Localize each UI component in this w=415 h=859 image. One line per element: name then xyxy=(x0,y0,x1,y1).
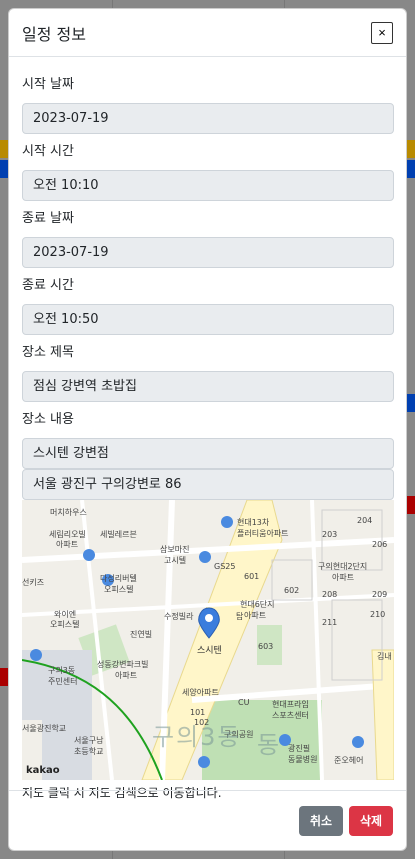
map-label: 세림리오빌 xyxy=(49,530,86,539)
map-label: 동 xyxy=(257,731,280,759)
map-label: 와이엔 xyxy=(54,610,77,619)
modal-body: 시작 날짜 2023-07-19 시작 시간 오전 10:10 종료 날짜 20… xyxy=(9,57,406,801)
map-label: 선키즈 xyxy=(22,578,45,587)
map-label: 아파트 xyxy=(115,671,138,680)
map-label: 오피스텔 xyxy=(104,585,134,594)
map-label: 구의3동 xyxy=(48,666,76,675)
map-label: 광진필 xyxy=(288,744,311,753)
end-time-field[interactable]: 오전 10:50 xyxy=(22,304,394,335)
map-poi-label: 스시텐 xyxy=(197,646,222,656)
place-title-label: 장소 제목 xyxy=(22,345,74,360)
map-label: 김내 xyxy=(377,652,392,661)
map-label: 아파트 xyxy=(244,611,267,620)
map-label: 현대13차 xyxy=(237,518,270,527)
map-label: 아파트 xyxy=(56,540,79,549)
map-number: 210 xyxy=(370,610,386,619)
map-label: 세양아파트 xyxy=(182,688,219,697)
modal-header: 일정 정보 × xyxy=(9,9,406,57)
map-label: 오피스텔 xyxy=(50,620,80,629)
map-label: 주민센터 xyxy=(48,677,78,686)
end-time-label: 종료 시간 xyxy=(22,278,74,293)
kakao-logo: kakao xyxy=(26,765,60,776)
map-view[interactable]: 머치하우스 세빌레르븐 세림리오빌 아파트 현대13차 플러티움아파트 삼보마진… xyxy=(22,500,394,780)
map-number: 602 xyxy=(284,586,300,595)
map-label: 초등학교 xyxy=(74,747,104,756)
start-date-label: 시작 날짜 xyxy=(22,77,74,92)
map-label: 아파트 xyxy=(332,573,355,582)
place-address-field[interactable]: 서울 광진구 구의강변로 86 xyxy=(22,469,394,500)
map-label: GS25 xyxy=(214,562,236,571)
modal-footer: 취소 삭제 xyxy=(9,790,406,850)
map-label: 현대6단지 xyxy=(240,600,275,609)
map-label: 동물병원 xyxy=(288,755,318,764)
map-number: 101 xyxy=(190,708,206,717)
map-label: 진연빌 xyxy=(130,630,153,639)
map-number: 601 xyxy=(244,572,260,581)
delete-button[interactable]: 삭제 xyxy=(349,805,393,836)
start-time-label: 시작 시간 xyxy=(22,144,74,159)
start-time-field[interactable]: 오전 10:10 xyxy=(22,170,394,201)
end-date-label: 종료 날짜 xyxy=(22,211,74,226)
map-label: 서울광진학교 xyxy=(22,724,67,733)
map-number: 206 xyxy=(372,540,388,549)
map-label: 현대프라임 xyxy=(272,700,309,709)
map-number: 204 xyxy=(357,516,373,525)
map-number: 211 xyxy=(322,618,338,627)
map-district-label: 구의3동 xyxy=(152,723,242,751)
place-content-label: 장소 내용 xyxy=(22,412,74,427)
map-label: 스포츠센터 xyxy=(272,711,309,720)
map-number: 208 xyxy=(322,590,338,599)
map-label: 고시텔 xyxy=(164,556,187,565)
map-number: 203 xyxy=(322,530,338,539)
map-label: 머치하우스 xyxy=(50,508,87,517)
map-label: 서울구남 xyxy=(74,736,104,745)
map-number: 102 xyxy=(194,718,210,727)
map-label: 탑 xyxy=(236,612,244,621)
start-date-field[interactable]: 2023-07-19 xyxy=(22,103,394,134)
map-label: 수정빌라 xyxy=(164,612,194,621)
map-label: 준오헤어 xyxy=(334,756,364,765)
map-label: 다성리버텔 xyxy=(100,574,137,583)
place-title-field[interactable]: 점심 강변역 초밥집 xyxy=(22,371,394,402)
map-number: 603 xyxy=(258,642,274,651)
cancel-button[interactable]: 취소 xyxy=(299,805,343,836)
schedule-info-modal: 일정 정보 × 시작 날짜 2023-07-19 시작 시간 오전 10:10 … xyxy=(8,8,407,851)
map-label: 성동강변파크빌 xyxy=(97,660,149,669)
close-button[interactable]: × xyxy=(371,21,393,44)
map-label: 구의현대2단지 xyxy=(318,562,368,571)
map-label: CU xyxy=(238,698,250,707)
end-date-field[interactable]: 2023-07-19 xyxy=(22,237,394,268)
place-name-field[interactable]: 스시텐 강변점 xyxy=(22,438,394,469)
map-number: 209 xyxy=(372,590,388,599)
map-label: 삼보마진 xyxy=(160,545,190,554)
map-label: 세빌레르븐 xyxy=(100,530,137,539)
modal-title: 일정 정보 xyxy=(22,24,86,44)
map-label: 플러티움아파트 xyxy=(237,529,289,538)
